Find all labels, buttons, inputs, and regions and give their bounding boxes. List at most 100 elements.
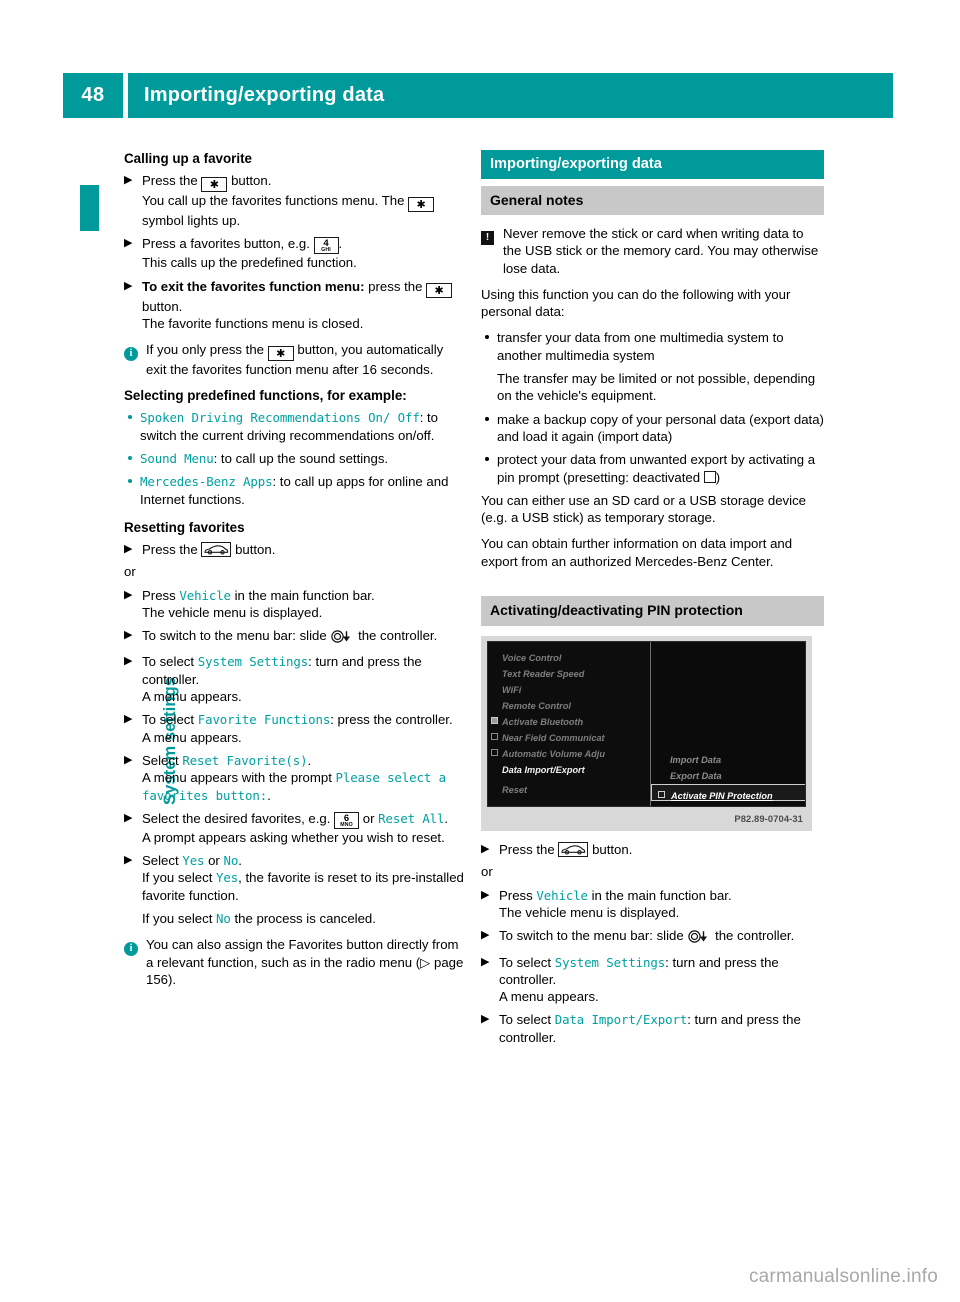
heading-resetting-favorites: Resetting favorites [124, 519, 245, 535]
step-switch-to-menu-bar: ▶ To switch to the menu bar: slide the c… [481, 927, 824, 947]
list-item-text: transfer your data from one multimedia s… [497, 330, 784, 363]
warning-text: Never remove the stick or card when writ… [503, 226, 819, 276]
step-bold-lead: To exit the favorites function menu: [142, 278, 365, 294]
step-text-end: the controller. [358, 628, 438, 644]
step-text-end: button. [142, 298, 183, 314]
step-select-system-settings: ▶ To select System Settings: turn and pr… [124, 653, 467, 705]
ui-term: Vehicle [179, 587, 231, 603]
menu-item-label: Automatic Volume Adju [502, 749, 605, 760]
step-marker-icon: ▶ [481, 843, 490, 856]
unchecked-checkbox-icon[interactable] [491, 733, 498, 741]
checked-checkbox-icon[interactable] [491, 717, 498, 725]
menu-item-automatic-volume-adjustment[interactable]: Automatic Volume Adju [491, 746, 605, 763]
step-text: Press the [499, 842, 555, 858]
menu-item-wifi[interactable]: WiFi [502, 682, 521, 699]
step-detail: You call up the favorites functions menu… [142, 192, 467, 229]
step-text-or: or [208, 853, 220, 869]
step-press-vehicle-menu: ▶ Press Vehicle in the main function bar… [481, 887, 824, 922]
step-marker-icon: ▶ [124, 655, 133, 668]
favorites-star-key-icon: ✱ [426, 282, 453, 298]
ui-term: Sound Menu [140, 451, 214, 467]
warning-never-remove-stick: ! Never remove the stick or card when wr… [481, 225, 824, 277]
menu-item-reset[interactable]: Reset [502, 782, 527, 799]
info-icon: i [124, 938, 138, 957]
step-text-end: in the main function bar. [591, 887, 732, 903]
step-marker-icon: ▶ [124, 588, 133, 601]
numeric-key-6-icon: 6 MNO [334, 811, 360, 829]
step-detail: The vehicle menu is displayed. [142, 604, 323, 620]
heading-calling-up-a-favorite: Calling up a favorite [124, 151, 252, 166]
favorites-star-key-icon: ✱ [408, 197, 435, 212]
step-detail: A menu appears. [499, 989, 599, 1005]
submenu-item-label: Import Data [670, 755, 722, 766]
bullet-dot-icon [128, 456, 132, 461]
step-text: Select [142, 752, 179, 768]
step-detail-text: A menu appears with the prompt [142, 770, 332, 786]
menu-item-voice-control[interactable]: Voice Control [502, 650, 561, 667]
step-text: Press [499, 887, 533, 903]
menu-item-activate-bluetooth[interactable]: Activate Bluetooth [491, 714, 584, 731]
step-text: Press [142, 587, 176, 603]
step-detail-2: If you select No the process is canceled… [142, 910, 467, 927]
unchecked-checkbox-icon[interactable] [491, 749, 498, 757]
step-text-end: the controller. [715, 928, 795, 944]
menu-item-near-field-communication[interactable]: Near Field Communicat [491, 730, 605, 747]
submenu-item-activate-pin-protection[interactable]: Activate PIN Protection [651, 784, 805, 802]
warning-icon: ! [481, 227, 494, 245]
step-text: To select [499, 954, 552, 970]
step-text-end: . [444, 810, 449, 826]
step-text-end: . [238, 853, 242, 869]
step-marker-icon: ▶ [124, 854, 133, 867]
step-detail-text: You call up the favorites functions menu… [142, 193, 405, 208]
step-detail: The vehicle menu is displayed. [499, 904, 680, 920]
step-detail: The favorite functions menu is closed. [142, 315, 364, 331]
step-text: Press the [142, 173, 198, 188]
step-text-end: . [338, 236, 343, 252]
step-text-end: : press the controller. [330, 712, 453, 728]
menu-item-label: Activate Bluetooth [502, 717, 584, 728]
bullet-dot-icon [485, 457, 489, 462]
bullet-dot-icon [128, 479, 132, 484]
page-number: 48 [63, 73, 123, 118]
menu-item-label: Reset [502, 785, 528, 796]
chapter-label-wrap: System settings [78, 560, 179, 805]
step-detail: A menu appears. [142, 729, 242, 745]
figure-caption-code: P82.89-0704-31 [734, 812, 803, 824]
left-column: Calling up a favorite ▶ Press the ✱ butt… [124, 150, 467, 997]
note-assign-favorites-button: i You can also assign the Favorites butt… [124, 936, 467, 988]
step-select-reset-favorites: ▶ Select Reset Favorite(s). A menu appea… [124, 752, 467, 804]
step-press-favorites-button: ▶ Press the ✱ button. You call up the fa… [124, 172, 467, 229]
menu-item-text-reader-speed[interactable]: Text Reader Speed [502, 666, 584, 683]
step-press-favorites-number: ▶ Press a favorites button, e.g. 4 GHI .… [124, 235, 467, 271]
figure-pin-protection-screenshot: Voice Control Text Reader Speed WiFi Rem… [481, 636, 824, 832]
submenu-item-import-data[interactable]: Import Data [670, 752, 721, 769]
section-title-importing-exporting-data: Importing/exporting data [481, 150, 824, 179]
step-switch-to-menu-bar: ▶ To switch to the menu bar: slide the c… [124, 627, 467, 647]
step-marker-icon: ▶ [481, 955, 490, 968]
head-unit-screen: Voice Control Text Reader Speed WiFi Rem… [487, 641, 806, 808]
step-marker-icon: ▶ [124, 237, 133, 250]
ui-term: Yes [216, 870, 239, 886]
step-text-end: button. [235, 541, 276, 557]
step-detail-text-end: symbol lights up. [142, 213, 241, 228]
ui-term: System Settings [554, 954, 666, 970]
menu-item-label: Data Import/Export [502, 765, 585, 776]
ui-term-no: No [223, 853, 239, 869]
step-text-end: button. [592, 842, 633, 858]
bullet-dot-icon [128, 415, 132, 420]
paragraph-further-information: You can obtain further information on da… [481, 536, 793, 569]
step-select-data-import-export: ▶ To select Data Import/Export: turn and… [481, 1011, 824, 1046]
step-detail: A prompt appears asking whether you wish… [142, 829, 445, 845]
key-letters: MNO [340, 821, 353, 828]
vehicle-car-key-icon [558, 842, 589, 858]
page-header: 48 Importing/exporting data [63, 73, 893, 118]
ui-term: Spoken Driving Recommendations On/ Off [140, 410, 420, 426]
controller-slide-down-icon [687, 930, 711, 947]
right-column: Importing/exporting data General notes !… [481, 150, 824, 1047]
unchecked-checkbox-icon[interactable] [658, 791, 665, 799]
menu-item-data-import-export[interactable]: Data Import/Export [502, 762, 585, 779]
info-icon: i [124, 343, 138, 362]
step-detail: If you select Yes, the favorite is reset… [142, 869, 467, 904]
menu-item-remote-control[interactable]: Remote Control [502, 698, 571, 715]
submenu-item-export-data[interactable]: Export Data [670, 768, 722, 785]
